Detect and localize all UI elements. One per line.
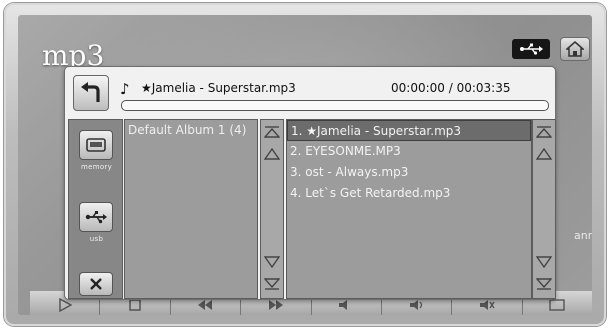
song-item[interactable]: 4. Let`s Get Retarded.mp3 [287,183,531,204]
next-icon [268,300,283,310]
usb-icon [520,43,543,55]
back-arrow-icon [81,82,100,102]
scroll-top-icon [536,126,552,138]
playback-progress-bar[interactable] [121,100,549,111]
album-scroll-up-button[interactable] [263,146,281,162]
scroll-bottom-icon [264,278,280,290]
scroll-down-icon [264,256,280,268]
album-scroll-bottom-button[interactable] [263,276,281,292]
usb-source-button[interactable] [79,202,113,232]
scroll-up-icon [536,148,552,160]
album-item[interactable]: Default Album 1 (4) [125,120,257,140]
close-icon [90,278,102,290]
play-icon [58,298,72,312]
prev-icon [198,300,213,310]
side-label: ann [574,229,592,242]
scroll-top-icon [264,126,280,138]
album-scroll-top-button[interactable] [263,124,281,140]
back-button[interactable] [73,75,109,111]
home-icon [566,41,584,57]
song-scrollbar[interactable] [532,119,556,299]
scroll-bottom-icon [536,278,552,290]
song-item[interactable]: 3. ost - Always.mp3 [287,162,531,183]
song-scroll-bottom-button[interactable] [535,276,553,292]
song-item-selected[interactable]: 1. ★Jamelia - Superstar.mp3 [287,120,531,141]
now-playing-time: 00:00:00 / 00:03:35 [391,81,511,95]
memory-card-icon [86,138,106,152]
memory-source-button[interactable] [79,130,113,160]
song-scroll-up-button[interactable] [535,146,553,162]
song-scroll-top-button[interactable] [535,124,553,140]
volume-up-icon [409,300,422,310]
song-scroll-down-button[interactable] [535,254,553,270]
menu-icon [549,299,566,311]
album-scrollbar[interactable] [260,119,284,299]
usb-icon [85,211,107,224]
scroll-up-icon [264,148,280,160]
stop-icon [129,299,141,311]
music-note-icon: ♪ [120,80,130,98]
usb-source-label: usb [89,235,104,243]
song-item[interactable]: 2. EYESONME.MP3 [287,141,531,162]
song-list: 1. ★Jamelia - Superstar.mp3 2. EYESONME.… [286,119,532,299]
volume-down-icon [339,300,348,310]
album-scroll-down-button[interactable] [263,254,281,270]
close-button[interactable] [79,272,113,296]
mute-icon [479,300,495,310]
home-button[interactable] [560,37,590,61]
scroll-down-icon [536,256,552,268]
source-rail: memory usb [68,119,123,299]
album-list: Default Album 1 (4) [124,119,258,299]
music-browser-panel: ♪ ★Jamelia - Superstar.mp3 00:00:00 / 00… [64,66,556,300]
usb-status-indicator [512,39,550,59]
now-playing-title: ★Jamelia - Superstar.mp3 [141,81,296,95]
memory-source-label: memory [80,163,113,171]
